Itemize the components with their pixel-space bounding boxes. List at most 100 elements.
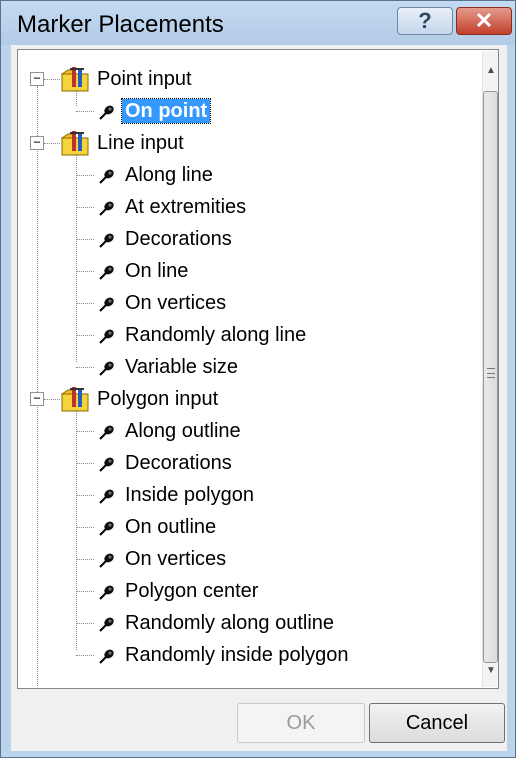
close-icon: ✕ xyxy=(474,8,494,33)
marker-pin-icon xyxy=(98,519,116,537)
tree-connector xyxy=(76,559,94,560)
collapse-toggle-icon[interactable]: − xyxy=(30,136,44,150)
tree-connector xyxy=(76,207,94,208)
scrollbar-grip-icon xyxy=(487,368,495,378)
tree-connector xyxy=(76,623,94,624)
tree-connector xyxy=(76,335,94,336)
title-bar[interactable]: Marker Placements ? ✕ xyxy=(1,1,515,45)
tree-connector xyxy=(76,495,94,496)
marker-pin-icon xyxy=(98,263,116,281)
collapse-toggle-icon[interactable]: − xyxy=(30,392,44,406)
tree-item-label[interactable]: Inside polygon xyxy=(122,483,257,507)
vertical-scrollbar[interactable]: ▲ ▼ xyxy=(482,51,498,687)
tree-connector xyxy=(76,463,94,464)
tree-item-label[interactable]: Randomly along line xyxy=(122,323,309,347)
tree-connector xyxy=(76,591,94,592)
tree-group-2[interactable]: − Polygon input xyxy=(18,384,458,416)
tree-item[interactable]: Randomly along line xyxy=(18,320,458,352)
marker-pin-icon xyxy=(98,487,116,505)
tree-connector xyxy=(76,111,94,112)
marker-pin-icon xyxy=(98,583,116,601)
marker-pin-icon xyxy=(98,295,116,313)
tree-item-label[interactable]: Randomly inside polygon xyxy=(122,643,351,667)
marker-pin-icon xyxy=(98,359,116,377)
tree-item[interactable]: Along line xyxy=(18,160,458,192)
dialog-body: ▲ ▼ − Point input On point − Line input Along… xyxy=(11,45,507,751)
tree-item[interactable]: On vertices xyxy=(18,288,458,320)
tree-connector xyxy=(44,399,60,400)
collapse-toggle-icon[interactable]: − xyxy=(30,72,44,86)
tree-group-1[interactable]: − Line input xyxy=(18,128,458,160)
marker-pin-icon xyxy=(98,423,116,441)
tree-item[interactable]: Randomly along outline xyxy=(18,608,458,640)
ok-button[interactable]: OK xyxy=(237,703,365,743)
tree-connector xyxy=(44,143,60,144)
tree-group-0[interactable]: − Point input xyxy=(18,64,458,96)
tree-item[interactable]: At extremities xyxy=(18,192,458,224)
tree-connector xyxy=(76,90,77,106)
marker-pin-icon xyxy=(98,199,116,217)
tree-connector xyxy=(76,154,77,362)
tree-connector xyxy=(76,239,94,240)
tree-item[interactable]: On point xyxy=(18,96,458,128)
tree-group-label[interactable]: Polygon input xyxy=(94,387,221,411)
marker-folder-icon xyxy=(60,385,90,413)
marker-pin-icon xyxy=(98,647,116,665)
scrollbar-thumb[interactable] xyxy=(483,91,498,663)
tree-connector xyxy=(76,303,94,304)
tree-item[interactable]: Polygon center xyxy=(18,576,458,608)
cancel-button[interactable]: Cancel xyxy=(369,703,505,743)
tree-item[interactable]: On outline xyxy=(18,512,458,544)
marker-pin-icon xyxy=(98,167,116,185)
tree-item-label[interactable]: Polygon center xyxy=(122,579,261,603)
tree-item-label[interactable]: On outline xyxy=(122,515,219,539)
tree-connector xyxy=(76,410,77,650)
marker-pin-icon xyxy=(98,615,116,633)
tree-connector xyxy=(76,431,94,432)
tree-item[interactable]: Along outline xyxy=(18,416,458,448)
tree-group-label[interactable]: Line input xyxy=(94,131,187,155)
marker-placements-dialog: Marker Placements ? ✕ ▲ ▼ − Point input On… xyxy=(0,0,516,758)
tree-item[interactable]: Decorations xyxy=(18,448,458,480)
close-button[interactable]: ✕ xyxy=(456,7,512,35)
tree-item-label[interactable]: On line xyxy=(122,259,191,283)
marker-pin-icon xyxy=(98,455,116,473)
marker-folder-icon xyxy=(60,129,90,157)
tree-connector xyxy=(76,271,94,272)
tree-item-label[interactable]: On vertices xyxy=(122,547,229,571)
tree-item[interactable]: Randomly inside polygon xyxy=(18,640,458,672)
help-button[interactable]: ? xyxy=(397,7,453,35)
marker-pin-icon xyxy=(98,551,116,569)
tree-item-label[interactable]: On point xyxy=(120,98,212,124)
placement-tree[interactable]: ▲ ▼ − Point input On point − Line input Along… xyxy=(17,49,499,689)
marker-pin-icon xyxy=(98,103,116,121)
marker-pin-icon xyxy=(98,231,116,249)
tree-item-label[interactable]: Randomly along outline xyxy=(122,611,337,635)
tree-connector xyxy=(76,367,94,368)
tree-connector xyxy=(76,175,94,176)
tree-item[interactable]: Inside polygon xyxy=(18,480,458,512)
tree-item-label[interactable]: Decorations xyxy=(122,227,235,251)
tree-item[interactable]: On vertices xyxy=(18,544,458,576)
cancel-button-label: Cancel xyxy=(405,711,469,734)
tree-item-label[interactable]: Variable size xyxy=(122,355,241,379)
tree-connector xyxy=(44,79,60,80)
tree-group-label[interactable]: Point input xyxy=(94,67,195,91)
marker-pin-icon xyxy=(98,327,116,345)
tree-connector xyxy=(76,527,94,528)
tree-item-label[interactable]: On vertices xyxy=(122,291,229,315)
tree-item-label[interactable]: Along outline xyxy=(122,419,244,443)
tree-connector xyxy=(76,655,94,656)
tree-item-label[interactable]: Along line xyxy=(122,163,216,187)
tree-item[interactable]: On line xyxy=(18,256,458,288)
tree-item[interactable]: Decorations xyxy=(18,224,458,256)
tree-item-label[interactable]: Decorations xyxy=(122,451,235,475)
tree-item-label[interactable]: At extremities xyxy=(122,195,249,219)
help-icon: ? xyxy=(418,8,432,33)
ok-button-label: OK xyxy=(286,711,316,734)
marker-folder-icon xyxy=(60,65,90,93)
dialog-title: Marker Placements xyxy=(17,11,224,38)
scroll-down-arrow[interactable]: ▼ xyxy=(485,665,497,677)
tree-item[interactable]: Variable size xyxy=(18,352,458,384)
scroll-up-arrow[interactable]: ▲ xyxy=(485,65,497,77)
